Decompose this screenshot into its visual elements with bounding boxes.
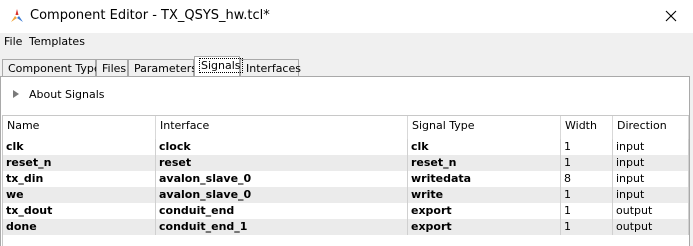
signal-direction[interactable]: output — [613, 219, 689, 235]
tab-label: Interfaces — [246, 62, 301, 75]
close-icon — [665, 10, 677, 22]
tab-signals[interactable]: Signals — [194, 56, 243, 76]
signal-width[interactable]: 1 — [561, 219, 613, 235]
signal-interface[interactable]: reset — [156, 155, 408, 171]
signal-interface[interactable]: clock — [156, 139, 408, 155]
tab-label: Files — [102, 62, 127, 75]
signal-interface[interactable]: conduit_end_1 — [156, 219, 408, 235]
close-button[interactable] — [649, 0, 693, 32]
tab-strip: Component Type Files Parameters Signals … — [0, 56, 693, 78]
signal-direction[interactable]: input — [613, 139, 689, 155]
signal-width[interactable]: 8 — [561, 171, 613, 187]
signal-name[interactable]: reset_n — [3, 155, 156, 171]
title-bar: Component Editor - TX_QSYS_hw.tcl* — [0, 0, 693, 33]
menu-bar: File Templates — [0, 33, 693, 51]
about-signals-label: About Signals — [29, 87, 105, 101]
column-header-signal-type[interactable]: Signal Type — [408, 116, 561, 139]
signal-direction[interactable]: input — [613, 171, 689, 187]
signal-direction[interactable]: output — [613, 203, 689, 219]
tab-interfaces[interactable]: Interfaces — [240, 59, 301, 76]
table-row[interactable]: tx_dout conduit_end export 1 output — [3, 203, 689, 219]
tab-parameters[interactable]: Parameters — [128, 59, 197, 76]
signal-type[interactable]: writedata — [408, 171, 561, 187]
menu-templates[interactable]: Templates — [29, 35, 85, 48]
tab-component-type[interactable]: Component Type — [2, 59, 101, 76]
signal-width[interactable]: 1 — [561, 187, 613, 203]
table-header: Name Interface Signal Type Width Directi… — [3, 116, 689, 140]
column-header-name[interactable]: Name — [3, 116, 156, 139]
tab-label: Parameters — [134, 62, 197, 75]
column-header-direction[interactable]: Direction — [613, 116, 689, 139]
signal-name[interactable]: tx_din — [3, 171, 156, 187]
signal-name[interactable]: tx_dout — [3, 203, 156, 219]
signal-type[interactable]: reset_n — [408, 155, 561, 171]
table-row[interactable]: we avalon_slave_0 write 1 input — [3, 187, 689, 203]
signal-interface[interactable]: avalon_slave_0 — [156, 187, 408, 203]
column-header-width[interactable]: Width — [561, 116, 613, 139]
signals-table: Name Interface Signal Type Width Directi… — [2, 115, 689, 246]
signal-interface[interactable]: avalon_slave_0 — [156, 171, 408, 187]
table-row[interactable]: done conduit_end_1 export 1 output — [3, 219, 689, 235]
signal-type[interactable]: clk — [408, 139, 561, 155]
window-title: Component Editor - TX_QSYS_hw.tcl* — [30, 8, 270, 23]
signal-interface[interactable]: conduit_end — [156, 203, 408, 219]
signal-width[interactable]: 1 — [561, 139, 613, 155]
signal-name[interactable]: we — [3, 187, 156, 203]
signal-type[interactable]: export — [408, 219, 561, 235]
column-header-interface[interactable]: Interface — [156, 116, 408, 139]
table-row[interactable]: clk clock clk 1 input — [3, 139, 689, 155]
about-signals-toggle[interactable]: About Signals — [13, 87, 105, 101]
signal-width[interactable]: 1 — [561, 155, 613, 171]
tab-label: Component Type — [8, 62, 101, 75]
signal-width[interactable]: 1 — [561, 203, 613, 219]
tab-label: Signals — [199, 58, 243, 73]
signal-direction[interactable]: input — [613, 155, 689, 171]
table-row[interactable]: reset_n reset reset_n 1 input — [3, 155, 689, 171]
menu-file[interactable]: File — [4, 35, 22, 48]
signal-type[interactable]: write — [408, 187, 561, 203]
signal-name[interactable]: clk — [3, 139, 156, 155]
signal-direction[interactable]: input — [613, 187, 689, 203]
component-editor-icon — [9, 8, 25, 24]
table-row[interactable]: tx_din avalon_slave_0 writedata 8 input — [3, 171, 689, 187]
expand-triangle-icon — [13, 90, 19, 98]
tab-files[interactable]: Files — [96, 59, 128, 76]
signal-type[interactable]: export — [408, 203, 561, 219]
signal-name[interactable]: done — [3, 219, 156, 235]
